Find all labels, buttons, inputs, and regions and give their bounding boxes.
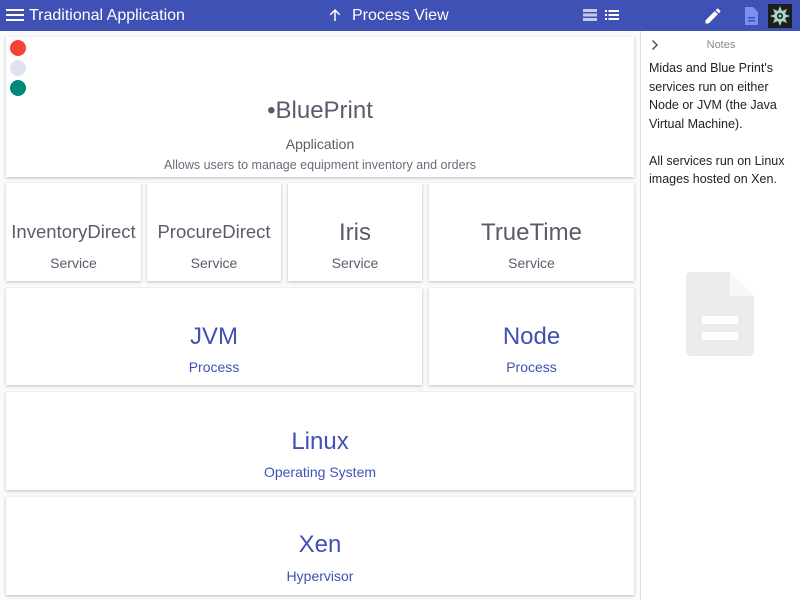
top-app-bar: Traditional Application Process View — [0, 0, 800, 31]
service-name: TrueTime — [481, 219, 582, 246]
application-kind: Application — [285, 136, 355, 152]
arrow-up-icon[interactable] — [326, 6, 344, 24]
service-name: InventoryDirect — [11, 221, 136, 242]
view-title: Process View — [352, 7, 449, 24]
process-name: Node — [502, 323, 561, 350]
service-kind: Service — [331, 255, 379, 271]
application-description: Allows users to manage equipment invento… — [164, 158, 476, 172]
process-kind: Process — [506, 359, 557, 375]
hypervisor-name: Xen — [298, 531, 342, 558]
list-view-icon[interactable] — [604, 8, 620, 22]
notes-text[interactable]: Midas and Blue Print's services run on e… — [649, 59, 797, 189]
service-kind: Service — [190, 255, 238, 271]
bullet-marker: • — [267, 97, 276, 124]
menu-icon[interactable] — [6, 6, 24, 24]
process-canvas: •BluePrint Application Allows users to m… — [0, 31, 640, 600]
hypervisor-kind: Hypervisor — [286, 568, 354, 584]
os-name: Linux — [291, 428, 349, 455]
document-placeholder-icon — [686, 272, 754, 356]
hypervisor-card[interactable]: Xen Hypervisor — [6, 497, 634, 595]
status-dot-light[interactable] — [10, 60, 26, 76]
grid-view-icon[interactable] — [582, 8, 598, 22]
pencil-icon[interactable] — [703, 6, 723, 26]
service-name: ProcureDirect — [157, 221, 271, 242]
application-name: BluePrint — [275, 97, 373, 124]
service-kind: Service — [50, 255, 97, 271]
process-name: JVM — [190, 323, 238, 350]
service-kind: Service — [508, 255, 555, 271]
document-icon[interactable] — [743, 6, 759, 26]
status-dot-teal[interactable] — [10, 80, 26, 96]
operating-system-card[interactable]: Linux Operating System — [6, 392, 634, 490]
process-card[interactable]: Node Process — [429, 288, 634, 385]
status-dot-red[interactable] — [10, 40, 26, 56]
notes-title: Notes — [706, 39, 736, 51]
avatar[interactable] — [768, 4, 792, 28]
service-card[interactable]: InventoryDirect Service — [6, 183, 141, 281]
service-card[interactable]: Iris Service — [288, 183, 422, 281]
os-kind: Operating System — [263, 464, 377, 480]
service-name: Iris — [339, 219, 371, 246]
process-kind: Process — [188, 359, 240, 375]
application-card[interactable]: •BluePrint Application Allows users to m… — [6, 37, 634, 177]
app-title: Traditional Application — [29, 7, 185, 24]
process-card[interactable]: JVM Process — [6, 288, 422, 385]
service-card[interactable]: TrueTime Service — [429, 183, 634, 281]
service-card[interactable]: ProcureDirect Service — [147, 183, 281, 281]
